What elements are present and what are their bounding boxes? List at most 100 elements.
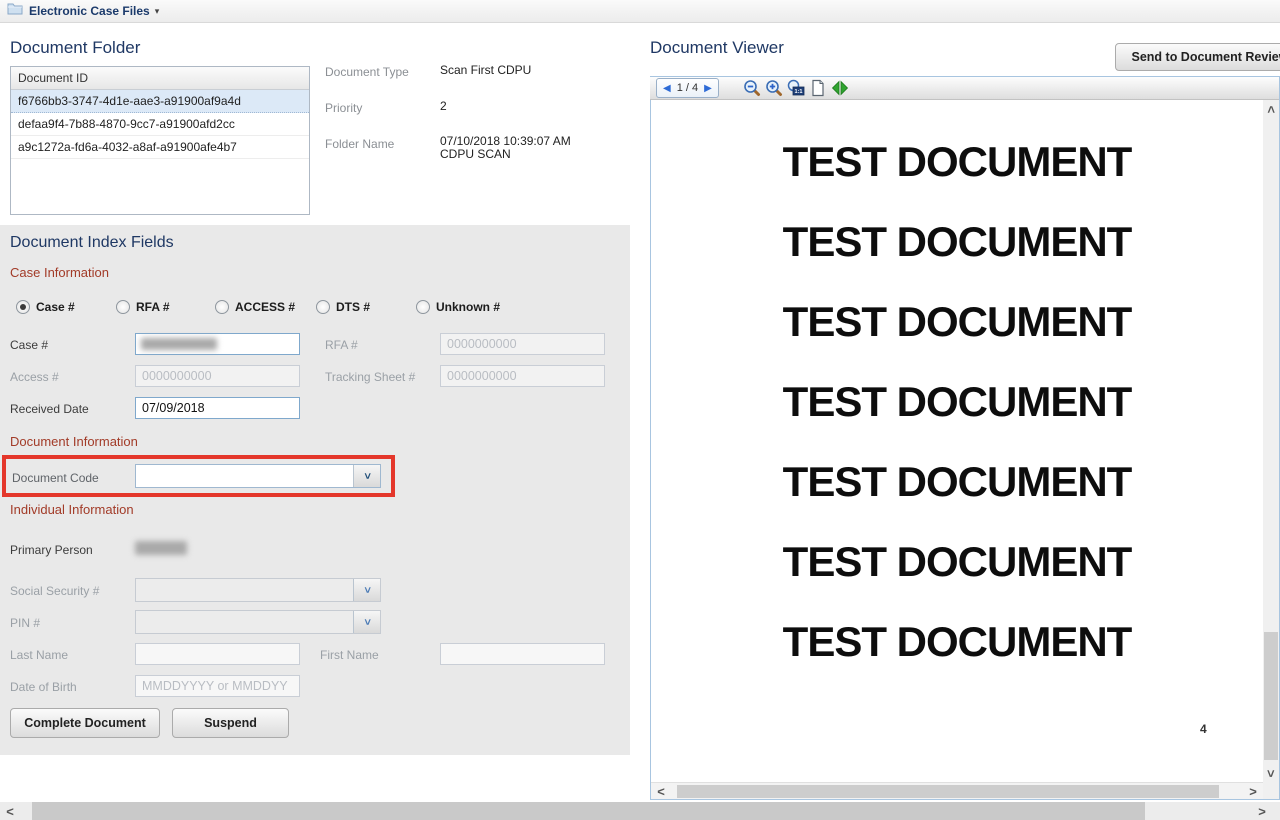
radio-unknown-number[interactable]: Unknown # <box>416 300 500 314</box>
tracking-sheet-input[interactable] <box>440 365 605 387</box>
actual-size-icon[interactable]: 1:1 <box>785 78 807 98</box>
rfa-number-input[interactable] <box>440 333 605 355</box>
document-text-line: TEST DOCUMENT <box>651 202 1263 282</box>
radio-button[interactable] <box>116 300 130 314</box>
radio-dts-number[interactable]: DTS # <box>316 300 370 314</box>
complete-document-button[interactable]: Complete Document <box>10 708 160 738</box>
document-text-line: TEST DOCUMENT <box>651 362 1263 442</box>
pin-dropdown[interactable]: > <box>135 610 381 634</box>
page-scroll-right-button[interactable]: > <box>1252 802 1272 820</box>
received-date-input[interactable] <box>135 397 300 419</box>
radio-button[interactable] <box>416 300 430 314</box>
page-scroll-thumb[interactable] <box>32 802 1145 820</box>
next-page-icon[interactable]: ▶ <box>701 83 715 94</box>
viewer-toolbar: ◀ 1 / 4 ▶ 1:1 <box>650 77 1279 100</box>
ssn-label: Social Security # <box>10 584 99 598</box>
chevron-up-icon: > <box>1265 105 1278 113</box>
chevron-right-icon: > <box>1258 805 1266 818</box>
document-id-row-selected[interactable]: f6766bb3-3747-4d1e-aae3-a91900af9a4d <box>11 90 309 113</box>
primary-person-redacted-value <box>135 541 187 555</box>
app-menu-title[interactable]: Electronic Case Files <box>29 4 150 18</box>
vertical-scroll-thumb[interactable] <box>1264 632 1278 760</box>
pin-value <box>136 611 353 633</box>
document-type-label: Document Type <box>325 65 409 79</box>
folder-icon <box>7 2 23 20</box>
document-viewer-heading: Document Viewer <box>650 38 784 58</box>
radio-button-selected[interactable] <box>16 300 30 314</box>
document-id-row[interactable]: defaa9f4-7b88-4870-9cc7-a91900afd2cc <box>11 113 309 136</box>
document-id-row[interactable]: a9c1272a-fd6a-4032-a8af-a91900afe4b7 <box>11 136 309 159</box>
priority-value: 2 <box>440 99 447 113</box>
chevron-left-icon: < <box>6 805 14 818</box>
radio-rfa-number[interactable]: RFA # <box>116 300 170 314</box>
radio-label: Case # <box>36 300 75 314</box>
chevron-left-icon: < <box>657 785 665 798</box>
pin-dropdown-button[interactable]: > <box>353 611 380 633</box>
radio-button[interactable] <box>215 300 229 314</box>
radio-label: ACCESS # <box>235 300 295 314</box>
viewer-vertical-scrollbar[interactable]: > > <box>1263 100 1279 782</box>
document-index-fields-heading: Document Index Fields <box>10 234 174 252</box>
received-date-label: Received Date <box>10 402 89 416</box>
menu-caret-icon[interactable]: ▾ <box>155 6 160 17</box>
previous-page-icon[interactable]: ◀ <box>660 83 674 94</box>
viewer-horizontal-scrollbar[interactable]: < > <box>651 782 1263 799</box>
fit-width-icon[interactable] <box>829 78 851 98</box>
send-to-document-review-button[interactable]: Send to Document Review <box>1115 43 1280 71</box>
document-type-value: Scan First CDPU <box>440 63 531 77</box>
ssn-dropdown-button[interactable]: > <box>353 579 380 601</box>
first-name-input[interactable] <box>440 643 605 665</box>
individual-information-heading: Individual Information <box>10 502 134 517</box>
folder-name-label: Folder Name <box>325 137 394 151</box>
case-number-redacted-value <box>141 338 217 350</box>
page-navigation: ◀ 1 / 4 ▶ <box>656 78 719 98</box>
last-name-input[interactable] <box>135 643 300 665</box>
chevron-down-icon: > <box>361 619 373 625</box>
radio-label: Unknown # <box>436 300 500 314</box>
folder-name-value: 07/10/2018 10:39:07 AM CDPU SCAN <box>440 135 608 161</box>
scrollbar-corner <box>1263 782 1279 799</box>
document-text-line: TEST DOCUMENT <box>651 282 1263 362</box>
suspend-button[interactable]: Suspend <box>172 708 289 738</box>
radio-button[interactable] <box>316 300 330 314</box>
radio-case-number[interactable]: Case # <box>16 300 75 314</box>
access-number-input[interactable] <box>135 365 300 387</box>
page-indicator: 1 / 4 <box>674 82 701 94</box>
horizontal-scroll-thumb[interactable] <box>677 785 1219 798</box>
document-code-dropdown-button[interactable]: > <box>353 465 380 487</box>
pin-label: PIN # <box>10 616 40 630</box>
ssn-dropdown[interactable]: > <box>135 578 381 602</box>
document-information-heading: Document Information <box>10 434 138 449</box>
chevron-down-icon: > <box>361 587 373 593</box>
radio-access-number[interactable]: ACCESS # <box>215 300 295 314</box>
date-of-birth-input[interactable] <box>135 675 300 697</box>
document-text-line: TEST DOCUMENT <box>651 602 1263 682</box>
scroll-left-button[interactable]: < <box>651 783 671 800</box>
page-horizontal-scrollbar[interactable]: < > <box>0 802 1280 820</box>
page-scroll-left-button[interactable]: < <box>0 802 20 820</box>
document-text-line: TEST DOCUMENT <box>651 442 1263 522</box>
last-name-label: Last Name <box>10 648 68 662</box>
scroll-right-button[interactable]: > <box>1243 783 1263 800</box>
case-information-heading: Case Information <box>10 265 109 280</box>
access-number-label: Access # <box>10 370 59 384</box>
zoom-in-icon[interactable] <box>763 78 785 98</box>
document-page[interactable]: TEST DOCUMENT TEST DOCUMENT TEST DOCUMEN… <box>651 100 1263 782</box>
zoom-out-icon[interactable] <box>741 78 763 98</box>
date-of-birth-label: Date of Birth <box>10 680 77 694</box>
document-code-dropdown[interactable]: > <box>135 464 381 488</box>
single-page-icon[interactable] <box>807 78 829 98</box>
svg-text:1:1: 1:1 <box>794 89 802 95</box>
case-number-label: Case # <box>10 338 48 352</box>
top-menu-bar: Electronic Case Files ▾ <box>0 0 1280 23</box>
chevron-right-icon: > <box>1249 785 1257 798</box>
primary-person-label: Primary Person <box>10 543 93 557</box>
radio-label: RFA # <box>136 300 170 314</box>
scroll-up-button[interactable]: > <box>1263 100 1279 118</box>
document-text-line: TEST DOCUMENT <box>651 522 1263 602</box>
scroll-down-button[interactable]: > <box>1263 764 1279 782</box>
document-code-label: Document Code <box>12 471 99 485</box>
priority-label: Priority <box>325 101 362 115</box>
document-page-number: 4 <box>1200 722 1207 736</box>
document-id-list: Document ID f6766bb3-3747-4d1e-aae3-a919… <box>10 66 310 215</box>
